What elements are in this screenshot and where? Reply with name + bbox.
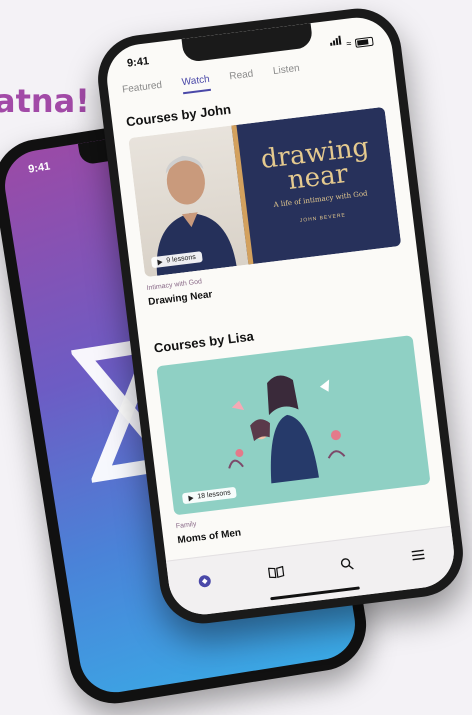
status-time: 9:41 [126,55,150,70]
search-icon [341,557,355,570]
headline-text: atna! [0,82,90,120]
status-icons: ≈ [329,28,374,51]
play-icon [188,494,194,502]
author-photo: 9 lessons [128,125,249,278]
signal-icon [329,32,343,51]
nav-menu[interactable] [406,542,431,567]
course-title[interactable]: Moms of Men [177,527,242,546]
tab-featured[interactable]: Featured [122,80,164,102]
course-title[interactable]: Drawing Near [148,289,213,308]
home-indicator [269,586,360,601]
course-category: Family [175,520,197,531]
tab-read[interactable]: Read [229,69,255,89]
section-title-john: Courses by John [125,101,232,130]
nav-search[interactable] [335,551,360,576]
front-phone-screen: 9:41 ≈ Featured Watch Read Listen Course… [103,13,458,619]
battery-icon [354,36,374,48]
content-tabs: Featured Watch Read Listen [122,63,301,102]
wifi-icon: ≈ [345,38,352,49]
course-cover-illustration [228,375,346,484]
nav-library[interactable] [264,560,289,585]
play-icon [157,258,163,266]
course-category: Intimacy with God [146,278,203,293]
front-phone-notch [181,23,313,63]
menu-icon [411,549,425,560]
tab-listen[interactable]: Listen [272,63,301,83]
course-card-drawing-near[interactable]: 9 lessons drawing near A life of intimac… [128,106,402,278]
tab-watch[interactable]: Watch [181,73,212,95]
book-icon [267,565,284,578]
nav-discover[interactable] [192,568,217,593]
section-title-lisa: Courses by Lisa [153,328,255,356]
lessons-count: 18 lessons [197,489,232,501]
course-card-moms-of-men[interactable]: 18 lessons [156,335,431,516]
lessons-count: 9 lessons [166,253,197,265]
compass-icon [197,574,212,588]
back-phone-time: 9:41 [27,160,52,176]
cover-author: JOHN BEVERE [299,212,347,224]
course-cover-art: drawing near A life of intimacy with God… [231,106,402,265]
